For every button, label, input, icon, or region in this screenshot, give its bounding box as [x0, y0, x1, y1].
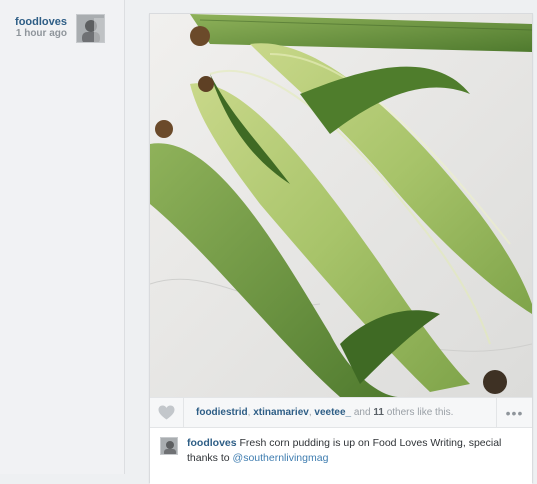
ellipsis-icon: •••: [505, 404, 524, 421]
post-photo[interactable]: [150, 14, 532, 397]
liker-link[interactable]: foodiestrid: [196, 407, 248, 418]
liker-link[interactable]: veetee_: [314, 407, 351, 418]
caption-text: foodloves Fresh corn pudding is up on Fo…: [187, 436, 522, 466]
likes-and-text: and: [351, 407, 374, 418]
caption-comment: foodloves Fresh corn pudding is up on Fo…: [150, 428, 532, 484]
like-button[interactable]: [150, 398, 184, 427]
caption-avatar[interactable]: [160, 437, 178, 455]
mention-link[interactable]: @southernlivingmag: [233, 452, 329, 464]
column-divider: [124, 0, 125, 474]
likes-summary: foodiestrid, xtinamariev, veetee_ and 11…: [196, 407, 453, 418]
left-column: [0, 0, 124, 474]
caption-username-link[interactable]: foodloves: [187, 437, 237, 449]
others-count-link[interactable]: 11: [373, 407, 384, 418]
likes-suffix: others like this.: [383, 407, 454, 418]
post-timestamp[interactable]: 1 hour ago: [16, 28, 67, 39]
author-avatar[interactable]: [76, 14, 105, 43]
photo-post-card: foodiestrid, xtinamariev, veetee_ and 11…: [149, 13, 533, 484]
likes-bar: foodiestrid, xtinamariev, veetee_ and 11…: [150, 397, 532, 428]
heart-icon: [158, 405, 175, 420]
liker-link[interactable]: xtinamariev: [253, 407, 309, 418]
more-options-button[interactable]: •••: [496, 398, 532, 427]
post-author-link[interactable]: foodloves: [15, 16, 67, 28]
